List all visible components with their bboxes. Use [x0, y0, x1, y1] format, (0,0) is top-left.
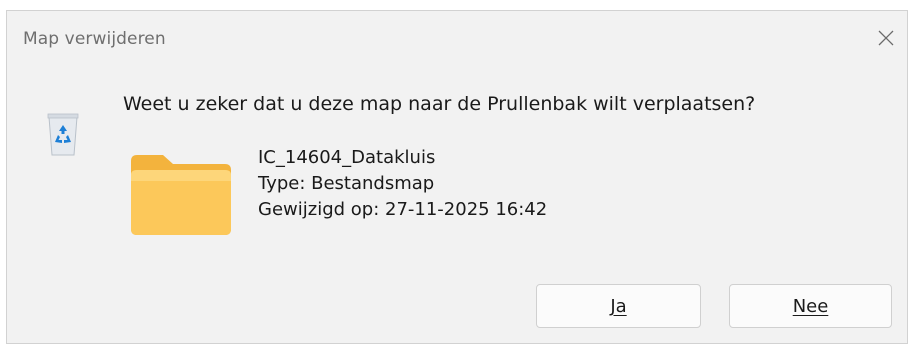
confirm-question: Weet u zeker dat u deze map naar de Prul…: [123, 93, 756, 115]
folder-icon: [131, 155, 231, 235]
no-button-label: Nee: [792, 295, 829, 317]
item-name: IC_14604_Datakluis: [258, 147, 436, 168]
item-details: IC_14604_Datakluis Type: Bestandsmap Gew…: [258, 145, 547, 223]
dialog-title: Map verwijderen: [23, 29, 166, 49]
recycle-bin-icon: [47, 113, 79, 156]
confirm-delete-dialog: Map verwijderen Weet u zeker dat u deze …: [6, 10, 908, 344]
close-icon: [878, 30, 894, 46]
item-modified: Gewijzigd op: 27-11-2025 16:42: [258, 199, 548, 220]
yes-button[interactable]: Ja: [536, 284, 701, 328]
no-button[interactable]: Nee: [729, 284, 892, 328]
yes-button-label: Ja: [610, 295, 627, 317]
close-button[interactable]: [869, 21, 903, 55]
item-type: Type: Bestandsmap: [258, 173, 435, 194]
